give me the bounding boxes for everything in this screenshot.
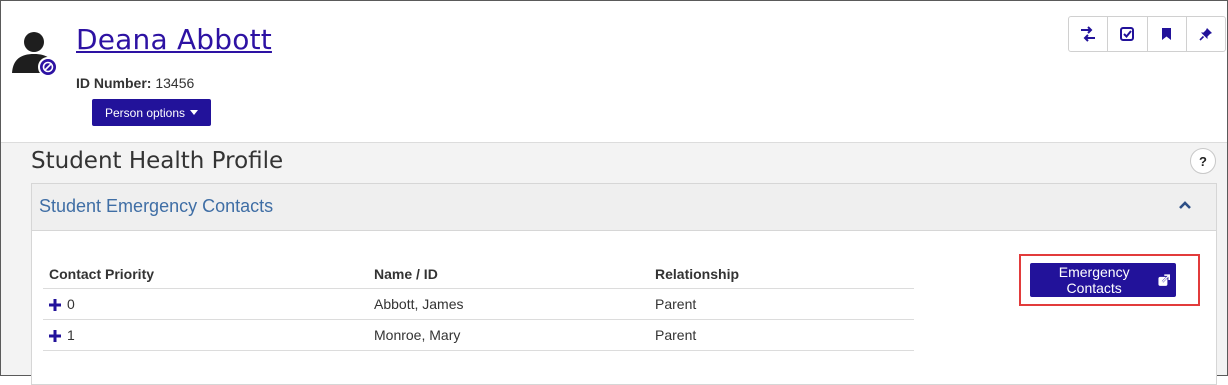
name-cell: Abbott, James — [368, 288, 649, 320]
priority-value: 1 — [67, 326, 75, 343]
emergency-contacts-highlight: Emergency Contacts — [1019, 254, 1200, 306]
contacts-table: Contact Priority Name / ID Relationship … — [43, 262, 914, 351]
caret-down-icon — [190, 110, 199, 115]
header-toolbar — [1068, 16, 1226, 52]
app-window: Deana Abbott ID Number: 13456 Person opt… — [0, 0, 1228, 385]
person-options-label: Person options — [104, 105, 186, 120]
bookmark-button[interactable] — [1148, 17, 1187, 51]
expand-plus-icon[interactable] — [49, 329, 61, 342]
table-row: 1 Monroe, Mary Parent — [43, 319, 914, 351]
chevron-up-icon[interactable] — [1178, 198, 1192, 212]
checklist-button[interactable] — [1108, 17, 1148, 51]
id-number: ID Number: 13456 — [76, 75, 194, 91]
main-content: Student Health Profile ? Student Emergen… — [1, 143, 1227, 385]
column-header: Contact Priority — [43, 262, 368, 289]
checkmark-icon — [1120, 27, 1135, 41]
person-options-button[interactable]: Person options — [92, 99, 211, 126]
swap-icon — [1081, 26, 1096, 42]
help-button[interactable]: ? — [1190, 148, 1216, 174]
column-header: Relationship — [649, 262, 914, 289]
relationship-cell: Parent — [649, 319, 914, 351]
priority-value: 0 — [67, 295, 75, 312]
emergency-contacts-panel: Student Emergency Contacts Contact Prior… — [31, 183, 1217, 385]
column-header: Name / ID — [368, 262, 649, 289]
pin-icon — [1199, 28, 1212, 41]
table-header-row: Contact Priority Name / ID Relationship — [43, 262, 914, 289]
swap-button[interactable] — [1069, 17, 1109, 51]
relationship-cell: Parent — [649, 288, 914, 320]
pin-button[interactable] — [1187, 17, 1225, 51]
priority-cell: 1 — [43, 319, 368, 351]
external-link-icon — [1158, 273, 1170, 286]
name-cell: Monroe, Mary — [368, 319, 649, 351]
person-header: Deana Abbott ID Number: 13456 Person opt… — [1, 1, 1227, 143]
id-number-value: 13456 — [155, 75, 195, 91]
bookmark-icon — [1162, 28, 1172, 40]
emergency-contacts-button[interactable]: Emergency Contacts — [1030, 263, 1176, 297]
priority-cell: 0 — [43, 288, 368, 320]
person-avatar-icon — [12, 32, 58, 77]
page-title: Student Health Profile — [31, 148, 284, 174]
emergency-contacts-label: Emergency Contacts — [1058, 264, 1130, 296]
expand-plus-icon[interactable] — [49, 298, 61, 311]
panel-title: Student Emergency Contacts — [39, 196, 274, 216]
table-row: 0 Abbott, James Parent — [43, 288, 914, 320]
id-number-label: ID Number: — [76, 75, 152, 91]
person-name-link[interactable]: Deana Abbott — [76, 23, 272, 56]
panel-header[interactable]: Student Emergency Contacts — [32, 184, 1216, 231]
